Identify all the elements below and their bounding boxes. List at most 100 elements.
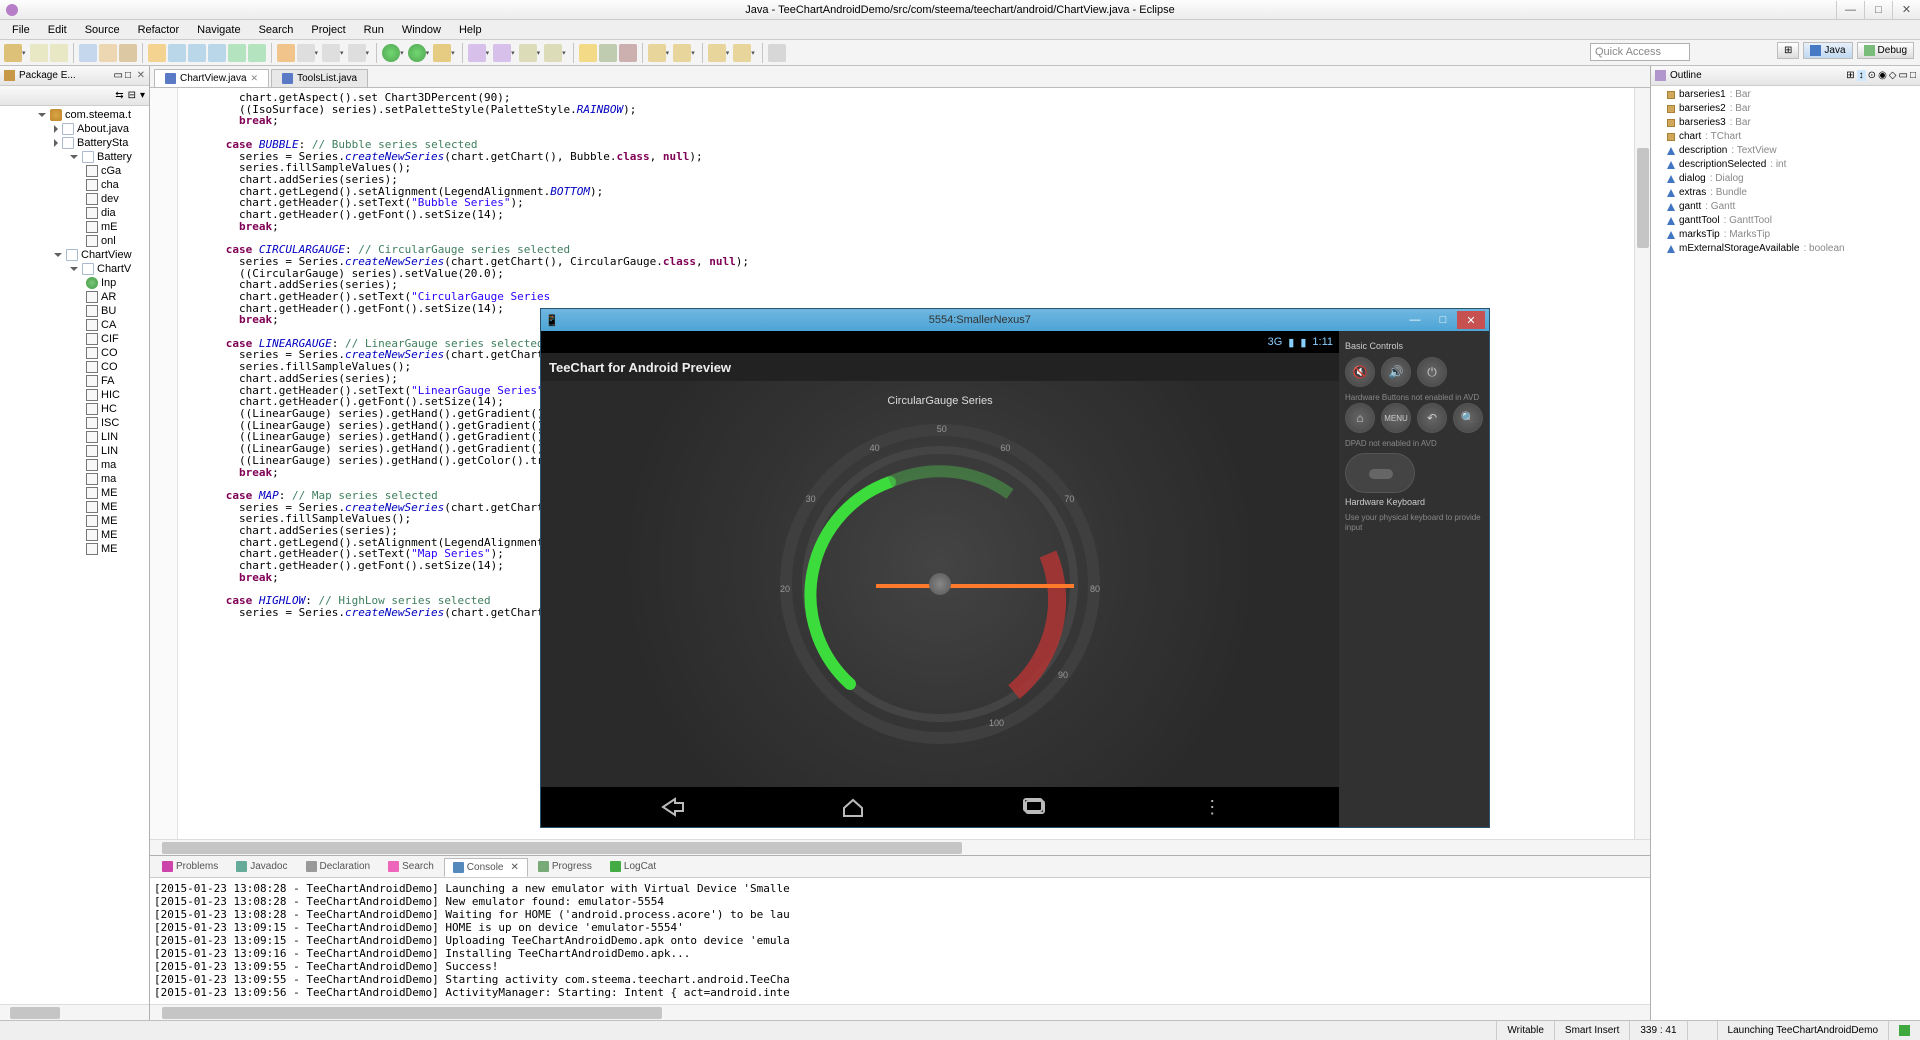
toolbar-icon[interactable] (99, 44, 117, 62)
tree-node[interactable]: ma (2, 458, 147, 472)
perspective-java[interactable]: Java (1803, 42, 1852, 59)
tree-node[interactable]: LIN (2, 444, 147, 458)
quick-access-input[interactable]: Quick Access (1590, 43, 1690, 61)
tree-node[interactable]: cGa (2, 164, 147, 178)
toolbar-icon[interactable] (599, 44, 617, 62)
menu-file[interactable]: File (4, 22, 38, 38)
menu-window[interactable]: Window (394, 22, 449, 38)
forward-icon[interactable] (673, 44, 691, 62)
save-icon[interactable] (30, 44, 48, 62)
tree-node[interactable]: ME (2, 486, 147, 500)
menu-refactor[interactable]: Refactor (130, 22, 188, 38)
tab-logcat[interactable]: LogCat (602, 858, 664, 875)
outline-item[interactable]: barseries2: Bar (1655, 102, 1916, 116)
maximize-button[interactable]: □ (1864, 1, 1892, 19)
progress-icon[interactable] (1899, 1025, 1910, 1036)
toolbar-icon[interactable] (348, 44, 366, 62)
tree-node[interactable]: HIC (2, 388, 147, 402)
back-icon[interactable]: ↶ (1417, 403, 1447, 433)
toolbar-icon[interactable] (119, 44, 137, 62)
editor-tab[interactable]: ToolsList.java (271, 69, 368, 87)
toolbar-icon[interactable] (619, 44, 637, 62)
outline-item[interactable]: gantt: Gantt (1655, 200, 1916, 214)
menu-run[interactable]: Run (356, 22, 392, 38)
toolbar-icon[interactable] (519, 44, 537, 62)
back-nav-icon[interactable] (659, 796, 685, 818)
recent-nav-icon[interactable] (1022, 796, 1048, 818)
toolbar-icon[interactable] (544, 44, 562, 62)
tree-node[interactable]: FA (2, 374, 147, 388)
emulator-window[interactable]: 📱 5554:SmallerNexus7 — □ ✕ 3G ▮ ▮ 1:11 T… (540, 308, 1490, 828)
tree-node[interactable]: ISC (2, 416, 147, 430)
outline-item[interactable]: barseries3: Bar (1655, 116, 1916, 130)
tree-node[interactable]: CIF (2, 332, 147, 346)
tree-node[interactable]: dia (2, 206, 147, 220)
new-icon[interactable] (4, 44, 22, 62)
toolbar-icon[interactable] (188, 44, 206, 62)
toolbar-icon[interactable] (277, 44, 295, 62)
outline-toolbar-icon[interactable]: ⊙ (1868, 70, 1876, 81)
menu-search[interactable]: Search (251, 22, 302, 38)
outline-toolbar-icon[interactable]: ⊞ (1846, 70, 1854, 81)
collapse-all-icon[interactable]: ⇆ (115, 90, 123, 101)
outline-toolbar-icon[interactable]: ▭ (1899, 70, 1908, 81)
outline-item[interactable]: chart: TChart (1655, 130, 1916, 144)
toolbar-icon[interactable] (79, 44, 97, 62)
tree-node[interactable]: cha (2, 178, 147, 192)
tree-node[interactable]: ME (2, 500, 147, 514)
package-tree[interactable]: com.steema.tAbout.javaBatteryStaBatteryc… (0, 106, 149, 1004)
close-view-icon[interactable]: ✕ (137, 70, 145, 81)
outline-toolbar-icon[interactable]: ↕ (1857, 70, 1866, 81)
tree-node[interactable]: ChartV (2, 262, 147, 276)
outline-item[interactable]: descriptionSelected: int (1655, 158, 1916, 172)
save-all-icon[interactable] (50, 44, 68, 62)
perspective-debug[interactable]: Debug (1857, 42, 1914, 59)
minimize-view-icon[interactable]: ▭ (114, 70, 123, 81)
em-minimize-button[interactable]: — (1401, 311, 1429, 329)
tree-node[interactable]: mE (2, 220, 147, 234)
editor-tab[interactable]: ChartView.java✕ (154, 69, 269, 87)
toolbar-icon[interactable] (468, 44, 486, 62)
toolbar-icon[interactable] (228, 44, 246, 62)
run-icon[interactable] (382, 44, 400, 62)
tree-node[interactable]: CO (2, 360, 147, 374)
h-scrollbar[interactable] (150, 1004, 1650, 1020)
toolbar-icon[interactable] (168, 44, 186, 62)
tree-node[interactable]: ma (2, 472, 147, 486)
menu-help[interactable]: Help (451, 22, 490, 38)
em-close-button[interactable]: ✕ (1457, 311, 1485, 329)
maximize-view-icon[interactable]: □ (125, 70, 131, 81)
tree-node[interactable]: BatterySta (2, 136, 147, 150)
toolbar-icon[interactable] (148, 44, 166, 62)
tree-node[interactable]: About.java (2, 122, 147, 136)
v-scrollbar[interactable] (1634, 88, 1650, 839)
outline-item[interactable]: ganttTool: GanttTool (1655, 214, 1916, 228)
home-nav-icon[interactable] (840, 796, 866, 818)
menu-edit[interactable]: Edit (40, 22, 75, 38)
tree-node[interactable]: ME (2, 528, 147, 542)
toolbar-icon[interactable] (433, 44, 451, 62)
outline-list[interactable]: barseries1: Barbarseries2: Barbarseries3… (1651, 86, 1920, 1020)
tab-declaration[interactable]: Declaration (298, 858, 379, 875)
tab-search[interactable]: Search (380, 858, 442, 875)
outline-item[interactable]: dialog: Dialog (1655, 172, 1916, 186)
outline-toolbar-icon[interactable]: ◉ (1878, 70, 1887, 81)
tree-node[interactable]: ME (2, 542, 147, 556)
view-menu-icon[interactable]: ▾ (140, 90, 145, 101)
tree-node[interactable]: Battery (2, 150, 147, 164)
link-editor-icon[interactable]: ⊟ (128, 90, 136, 101)
outline-item[interactable]: mExternalStorageAvailable: boolean (1655, 242, 1916, 256)
next-icon[interactable] (733, 44, 751, 62)
h-scrollbar[interactable] (0, 1004, 149, 1020)
outline-toolbar-icon[interactable]: □ (1910, 70, 1916, 81)
menu-navigate[interactable]: Navigate (189, 22, 248, 38)
outline-toolbar-icon[interactable]: ◇ (1889, 70, 1897, 81)
tree-node[interactable]: ME (2, 514, 147, 528)
search-icon[interactable] (579, 44, 597, 62)
outline-item[interactable]: marksTip: MarksTip (1655, 228, 1916, 242)
menu-project[interactable]: Project (303, 22, 353, 38)
tree-node[interactable]: ChartView (2, 248, 147, 262)
h-scrollbar[interactable] (150, 839, 1650, 855)
debug-icon[interactable] (408, 44, 426, 62)
tree-node[interactable]: onl (2, 234, 147, 248)
